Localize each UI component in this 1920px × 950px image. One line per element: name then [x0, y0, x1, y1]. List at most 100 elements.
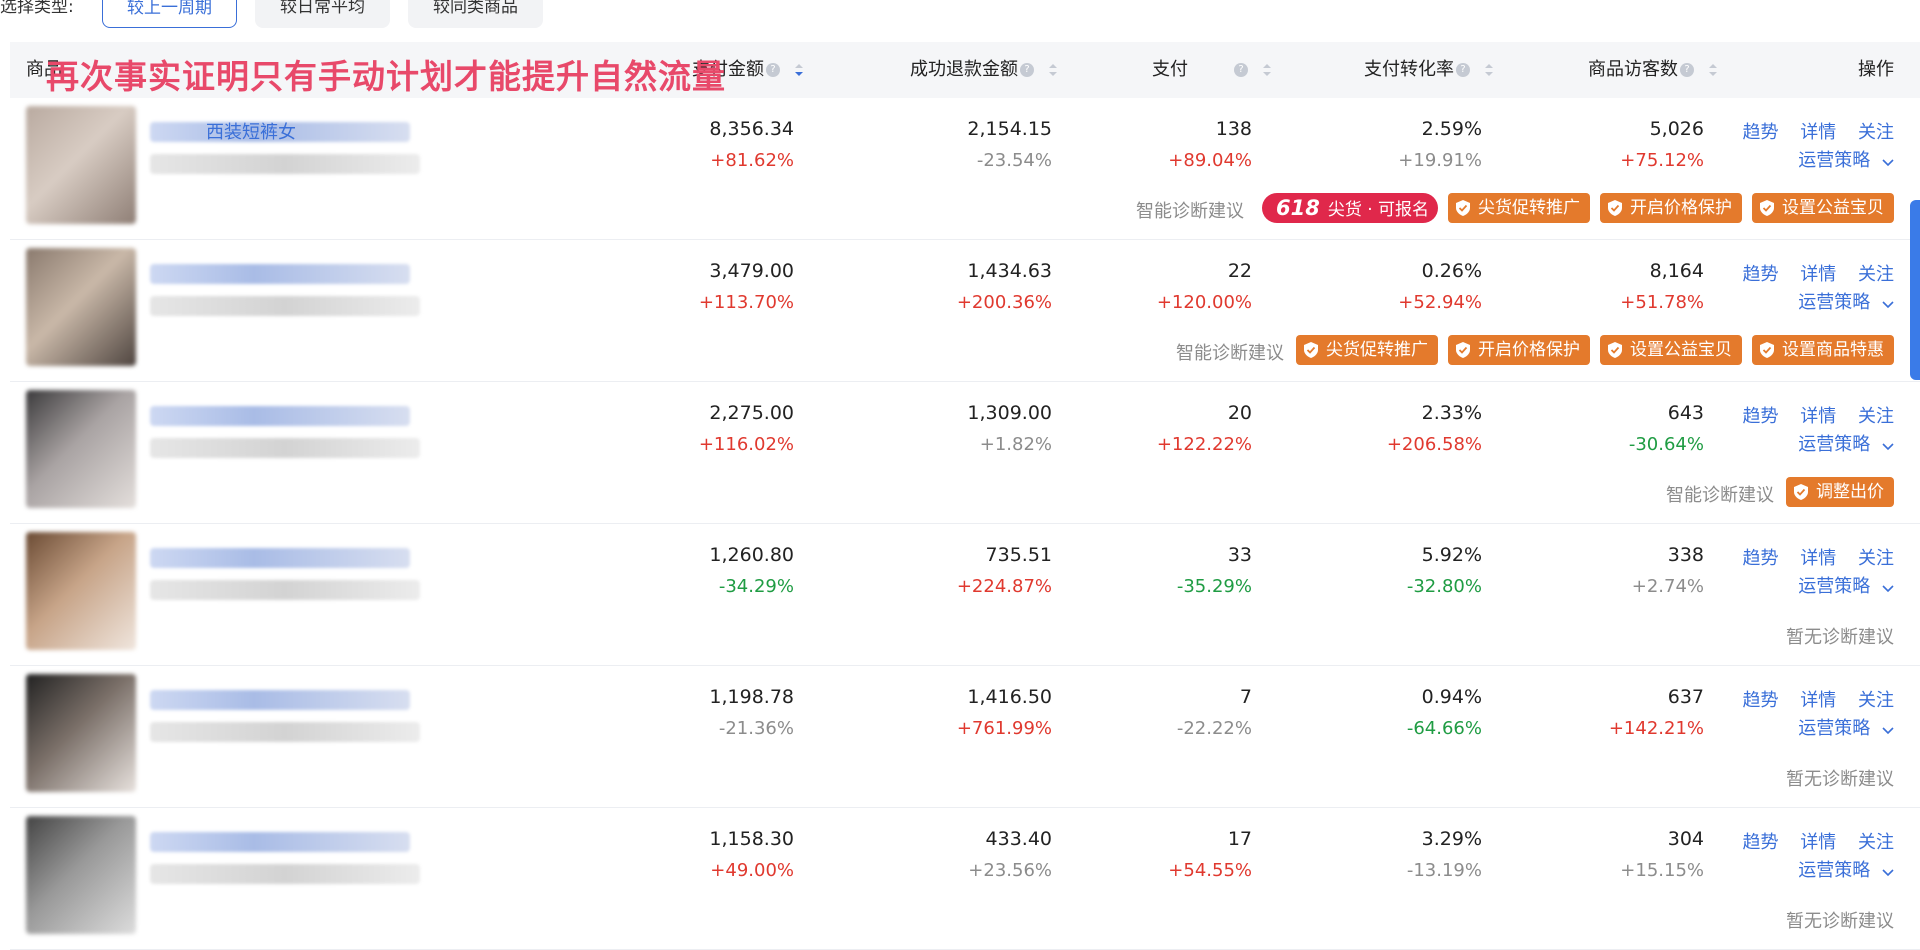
diagnosis-label: 智能诊断建议 — [1136, 201, 1244, 222]
cell-refund: 433.40 — [985, 828, 1052, 850]
row-ops: 趋势 详情 关注 — [1727, 686, 1894, 712]
strategy-label: 运营策略 — [1798, 434, 1871, 455]
sort-icon[interactable] — [1708, 62, 1718, 78]
sort-icon[interactable] — [1262, 62, 1272, 78]
strategy-dropdown[interactable]: 运营策略 — [1798, 430, 1894, 456]
cell-count-change: -22.22% — [1176, 718, 1252, 739]
strategy-dropdown[interactable]: 运营策略 — [1798, 572, 1894, 598]
product-name-blurred[interactable] — [150, 406, 410, 426]
diagnosis-tag[interactable]: 尖货促转推广 — [1448, 193, 1590, 223]
filter-option-similar-products[interactable]: 较同类商品 — [408, 0, 543, 28]
col-visitors[interactable]: 商品访客数? — [1588, 42, 1718, 98]
product-name-blurred[interactable] — [150, 264, 410, 284]
follow-link[interactable]: 关注 — [1858, 264, 1894, 285]
follow-link[interactable]: 关注 — [1858, 548, 1894, 569]
sort-icon[interactable] — [1048, 62, 1058, 78]
strategy-dropdown[interactable]: 运营策略 — [1798, 288, 1894, 314]
product-thumbnail[interactable] — [26, 674, 136, 792]
cell-count: 7 — [1239, 686, 1252, 708]
filter-option-previous-period[interactable]: 较上一周期 — [102, 0, 237, 28]
trend-link[interactable]: 趋势 — [1743, 690, 1779, 711]
cell-refund-change: +1.82% — [979, 434, 1052, 455]
follow-link[interactable]: 关注 — [1858, 832, 1894, 853]
help-icon[interactable]: ? — [1456, 63, 1470, 77]
trend-link[interactable]: 趋势 — [1743, 832, 1779, 853]
product-name-blurred[interactable] — [150, 832, 410, 852]
diagnosis-tag-label: 设置公益宝贝 — [1630, 340, 1732, 360]
diagnosis-label: 智能诊断建议 — [1666, 485, 1774, 506]
trend-link[interactable]: 趋势 — [1743, 122, 1779, 143]
sort-icon[interactable] — [1484, 62, 1494, 78]
product-thumbnail[interactable] — [26, 390, 136, 508]
strategy-dropdown[interactable]: 运营策略 — [1798, 146, 1894, 172]
row-ops: 趋势 详情 关注 — [1727, 828, 1894, 854]
diagnosis-tag[interactable]: 开启价格保护 — [1600, 193, 1742, 223]
sort-desc-icon[interactable] — [794, 62, 804, 78]
follow-link[interactable]: 关注 — [1858, 122, 1894, 143]
col-pay-count[interactable]: 支付? — [1152, 42, 1272, 98]
diagnosis-tag[interactable]: 设置公益宝贝 — [1752, 193, 1894, 223]
diagnosis-tag[interactable]: 开启价格保护 — [1448, 335, 1590, 365]
product-name[interactable]: 西装短裤女 — [206, 118, 296, 144]
diagnosis-tag-label: 设置公益宝贝 — [1782, 198, 1884, 218]
cell-visitors-change: +2.74% — [1631, 576, 1704, 597]
diagnosis-tag-label: 设置商品特惠 — [1782, 340, 1884, 360]
cell-conv: 5.92% — [1421, 544, 1482, 566]
product-thumbnail[interactable] — [26, 816, 136, 934]
product-thumbnail[interactable] — [26, 106, 136, 224]
help-icon[interactable]: ? — [1680, 63, 1694, 77]
diagnosis-tag[interactable]: 设置公益宝贝 — [1600, 335, 1742, 365]
trend-link[interactable]: 趋势 — [1743, 264, 1779, 285]
filter-option-daily-average[interactable]: 较日常平均 — [255, 0, 390, 28]
product-sub-blurred — [150, 580, 420, 600]
side-panel-handle[interactable] — [1910, 200, 1920, 380]
cell-pay_amount-change: +81.62% — [710, 150, 794, 171]
detail-link[interactable]: 详情 — [1800, 690, 1836, 711]
col-refund-amount-label: 成功退款金额 — [910, 59, 1018, 80]
strategy-dropdown[interactable]: 运营策略 — [1798, 714, 1894, 740]
detail-link[interactable]: 详情 — [1800, 548, 1836, 569]
product-name-blurred[interactable] — [150, 690, 410, 710]
diagnosis-tag[interactable]: 设置商品特惠 — [1752, 335, 1894, 365]
cell-refund: 735.51 — [985, 544, 1052, 566]
product-thumbnail[interactable] — [26, 248, 136, 366]
help-icon[interactable]: ? — [1234, 63, 1248, 77]
overlay-title: 再次事实证明只有手动计划才能提升自然流量 — [46, 57, 726, 96]
col-ops: 操作 — [1858, 59, 1894, 80]
cell-refund: 1,434.63 — [967, 260, 1052, 282]
help-icon[interactable]: ? — [766, 63, 780, 77]
cell-pay_amount-change: +113.70% — [698, 292, 794, 313]
trend-link[interactable]: 趋势 — [1743, 548, 1779, 569]
detail-link[interactable]: 详情 — [1800, 832, 1836, 853]
follow-link[interactable]: 关注 — [1858, 406, 1894, 427]
no-diagnosis-text: 暂无诊断建议 — [1786, 769, 1894, 790]
cell-conv-change: -13.19% — [1406, 860, 1482, 881]
detail-link[interactable]: 详情 — [1800, 264, 1836, 285]
help-icon[interactable]: ? — [1020, 63, 1034, 77]
trend-link[interactable]: 趋势 — [1743, 406, 1779, 427]
cell-visitors-change: +75.12% — [1620, 150, 1704, 171]
filter-bar: 选择类型: 较上一周期 较日常平均 较同类商品 — [0, 0, 1920, 40]
detail-link[interactable]: 详情 — [1800, 122, 1836, 143]
diagnosis-tag[interactable]: 调整出价 — [1786, 477, 1894, 507]
strategy-label: 运营策略 — [1798, 576, 1871, 597]
cell-visitors: 8,164 — [1649, 260, 1704, 282]
follow-link[interactable]: 关注 — [1858, 690, 1894, 711]
product-sub-blurred — [150, 154, 420, 174]
product-name-blurred[interactable] — [150, 548, 410, 568]
diagnosis-tag-label: 尖货促转推广 — [1478, 198, 1580, 218]
diagnosis-tag[interactable]: 尖货促转推广 — [1296, 335, 1438, 365]
tag-618-signup[interactable]: 618 尖货 · 可报名 — [1262, 193, 1438, 223]
row-ops: 趋势 详情 关注 — [1727, 260, 1894, 286]
detail-link[interactable]: 详情 — [1800, 406, 1836, 427]
cell-pay_amount: 3,479.00 — [709, 260, 794, 282]
cell-refund: 1,416.50 — [967, 686, 1052, 708]
product-thumbnail[interactable] — [26, 532, 136, 650]
cell-refund: 1,309.00 — [967, 402, 1052, 424]
col-conversion[interactable]: 支付转化率? — [1364, 42, 1494, 98]
cell-refund-change: +23.56% — [968, 860, 1052, 881]
cell-refund-change: +200.36% — [956, 292, 1052, 313]
strategy-dropdown[interactable]: 运营策略 — [1798, 856, 1894, 882]
col-refund-amount[interactable]: 成功退款金额? — [910, 42, 1058, 98]
cell-count-change: -35.29% — [1176, 576, 1252, 597]
